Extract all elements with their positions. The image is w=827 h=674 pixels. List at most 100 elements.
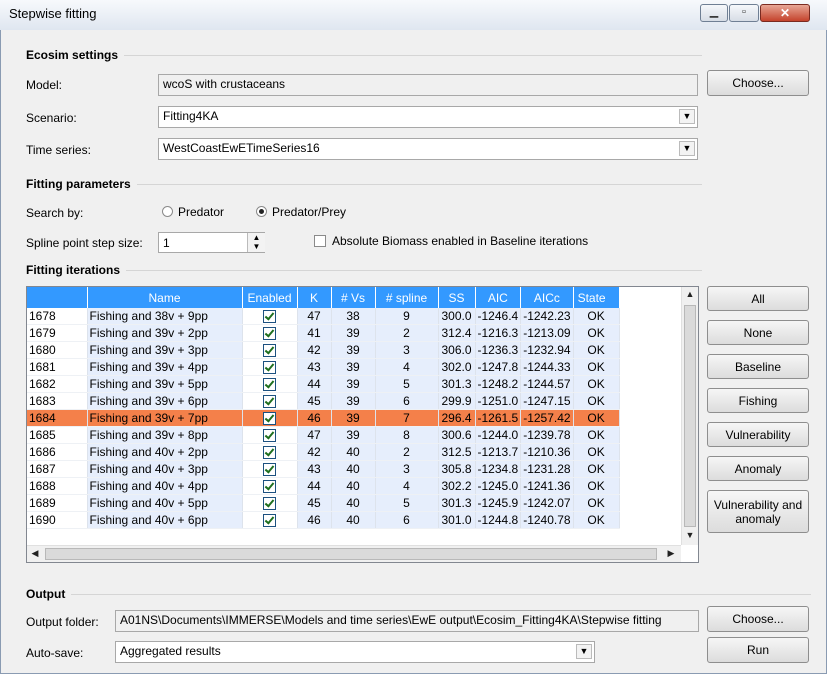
k-cell: 45 bbox=[297, 494, 332, 512]
table-row[interactable]: 1683 Fishing and 39v + 6pp 45 39 6 299.9 -1251… bbox=[27, 392, 620, 410]
table-row[interactable]: 1685 Fishing and 39v + 8pp 47 39 8 300.6 -1244… bbox=[27, 426, 620, 444]
column-header[interactable]: AIC bbox=[475, 287, 522, 308]
model-choose-button[interactable]: Choose... bbox=[707, 70, 809, 96]
horizontal-scrollbar[interactable]: ◀ ▶ bbox=[27, 545, 681, 562]
output-folder-field: A01NS\Documents\IMMERSE\Models and time … bbox=[115, 610, 699, 632]
enabled-checkbox[interactable] bbox=[263, 327, 276, 341]
vs-cell: 39 bbox=[331, 324, 376, 342]
enabled-cell[interactable] bbox=[242, 375, 298, 393]
column-header[interactable]: Enabled bbox=[242, 287, 298, 308]
enabled-cell[interactable] bbox=[242, 409, 298, 427]
enabled-checkbox[interactable] bbox=[263, 395, 276, 409]
vs-cell: 40 bbox=[331, 511, 376, 529]
vulnerability-anomaly-button[interactable]: Vulnerability and anomaly bbox=[707, 490, 809, 533]
column-header[interactable] bbox=[27, 287, 88, 308]
anomaly-button[interactable]: Anomaly bbox=[707, 456, 809, 481]
fishing-button[interactable]: Fishing bbox=[707, 388, 809, 413]
column-header[interactable]: AICc bbox=[520, 287, 574, 308]
model-field: wcoS with crustaceans bbox=[158, 74, 698, 96]
scroll-down-icon[interactable]: ▼ bbox=[682, 530, 698, 540]
enabled-checkbox[interactable] bbox=[263, 361, 276, 375]
column-header[interactable]: SS bbox=[438, 287, 476, 308]
vertical-scrollbar[interactable]: ▲ ▼ bbox=[681, 287, 698, 545]
output-choose-button[interactable]: Choose... bbox=[707, 606, 809, 632]
enabled-cell[interactable] bbox=[242, 324, 298, 342]
enabled-cell[interactable] bbox=[242, 358, 298, 376]
aic-cell: -1261.5 bbox=[475, 409, 522, 427]
enabled-cell[interactable] bbox=[242, 341, 298, 359]
aicc-cell: -1244.57 bbox=[520, 375, 574, 393]
table-row[interactable]: 1679 Fishing and 39v + 2pp 41 39 2 312.4 -1216… bbox=[27, 324, 620, 342]
enabled-checkbox[interactable] bbox=[263, 514, 276, 528]
column-header[interactable]: Name bbox=[87, 287, 243, 308]
table-row[interactable]: 1680 Fishing and 39v + 3pp 42 39 3 306.0 -1236… bbox=[27, 341, 620, 359]
name-cell: Fishing and 40v + 6pp bbox=[87, 511, 243, 529]
table-row[interactable]: 1690 Fishing and 40v + 6pp 46 40 6 301.0 -1244… bbox=[27, 511, 620, 529]
scenario-select[interactable]: Fitting4KA ▼ bbox=[158, 106, 698, 128]
state-cell: OK bbox=[573, 308, 620, 325]
none-button[interactable]: None bbox=[707, 320, 809, 345]
baseline-button[interactable]: Baseline bbox=[707, 354, 809, 379]
maximize-icon[interactable]: ▫ bbox=[729, 4, 759, 22]
enabled-cell[interactable] bbox=[242, 494, 298, 512]
aic-cell: -1251.0 bbox=[475, 392, 522, 410]
aicc-cell: -1213.09 bbox=[520, 324, 574, 342]
enabled-checkbox[interactable] bbox=[263, 463, 276, 477]
chevron-down-icon[interactable]: ▼ bbox=[576, 644, 592, 659]
output-heading: Output bbox=[26, 587, 72, 601]
enabled-cell[interactable] bbox=[242, 460, 298, 478]
enabled-checkbox[interactable] bbox=[263, 480, 276, 494]
chevron-down-icon[interactable]: ▼ bbox=[679, 141, 695, 156]
enabled-checkbox[interactable] bbox=[263, 429, 276, 443]
autosave-select[interactable]: Aggregated results ▼ bbox=[115, 641, 595, 663]
enabled-checkbox[interactable] bbox=[263, 378, 276, 392]
output-divider bbox=[26, 594, 811, 595]
table-row[interactable]: 1688 Fishing and 40v + 4pp 44 40 4 302.2 -1245… bbox=[27, 477, 620, 495]
name-cell: Fishing and 39v + 4pp bbox=[87, 358, 243, 376]
close-icon[interactable]: ✕ bbox=[760, 4, 810, 22]
scroll-right-icon[interactable]: ▶ bbox=[665, 548, 677, 559]
iterations-grid[interactable]: Name Enabled K # Vs # spline SS AIC AICc… bbox=[26, 286, 699, 563]
enabled-cell[interactable] bbox=[242, 477, 298, 495]
enabled-cell[interactable] bbox=[242, 443, 298, 461]
absolute-biomass-checkbox[interactable] bbox=[314, 235, 326, 247]
scroll-up-icon[interactable]: ▲ bbox=[682, 289, 698, 299]
column-header[interactable]: K bbox=[297, 287, 332, 308]
vulnerability-button[interactable]: Vulnerability bbox=[707, 422, 809, 447]
time-series-select[interactable]: WestCoastEwETimeSeries16 ▼ bbox=[158, 138, 698, 160]
enabled-checkbox[interactable] bbox=[263, 497, 276, 511]
table-row[interactable]: 1681 Fishing and 39v + 4pp 43 39 4 302.0 -1247… bbox=[27, 358, 620, 376]
enabled-cell[interactable] bbox=[242, 308, 298, 325]
table-row[interactable]: 1689 Fishing and 40v + 5pp 45 40 5 301.3 -1245… bbox=[27, 494, 620, 512]
absolute-biomass-label: Absolute Biomass enabled in Baseline ite… bbox=[332, 234, 589, 248]
run-button[interactable]: Run bbox=[707, 637, 809, 663]
table-row[interactable]: 1686 Fishing and 40v + 2pp 42 40 2 312.5 -1213… bbox=[27, 443, 620, 461]
predator-prey-radio[interactable] bbox=[256, 206, 267, 217]
table-row[interactable]: 1682 Fishing and 39v + 5pp 44 39 5 301.3 -1248… bbox=[27, 375, 620, 393]
enabled-checkbox[interactable] bbox=[263, 446, 276, 460]
enabled-checkbox[interactable] bbox=[263, 344, 276, 358]
scroll-left-icon[interactable]: ◀ bbox=[29, 548, 41, 559]
state-cell: OK bbox=[573, 375, 620, 393]
spinner-arrows-icon[interactable]: ▲ ▼ bbox=[247, 233, 265, 252]
column-header[interactable]: State bbox=[573, 287, 620, 308]
minimize-icon[interactable]: ▁ bbox=[700, 4, 728, 22]
enabled-checkbox[interactable] bbox=[263, 412, 276, 426]
ecosim-divider bbox=[26, 55, 702, 56]
enabled-cell[interactable] bbox=[242, 511, 298, 529]
column-header[interactable]: # spline bbox=[375, 287, 439, 308]
chevron-down-icon[interactable]: ▼ bbox=[679, 109, 695, 124]
predator-radio[interactable] bbox=[162, 206, 173, 217]
enabled-cell[interactable] bbox=[242, 392, 298, 410]
ss-cell: 300.0 bbox=[438, 308, 476, 325]
all-button[interactable]: All bbox=[707, 286, 809, 311]
column-header[interactable]: # Vs bbox=[331, 287, 376, 308]
vertical-scroll-thumb[interactable] bbox=[684, 305, 696, 527]
table-row[interactable]: 1678 Fishing and 38v + 9pp 47 38 9 300.0 -1246… bbox=[27, 308, 620, 325]
table-row[interactable]: 1687 Fishing and 40v + 3pp 43 40 3 305.8 -1234… bbox=[27, 460, 620, 478]
aic-cell: -1244.8 bbox=[475, 511, 522, 529]
table-row[interactable]: 1684 Fishing and 39v + 7pp 46 39 7 296.4 -1261… bbox=[27, 409, 620, 427]
enabled-checkbox[interactable] bbox=[263, 310, 276, 324]
enabled-cell[interactable] bbox=[242, 426, 298, 444]
horizontal-scroll-thumb[interactable] bbox=[45, 548, 657, 560]
